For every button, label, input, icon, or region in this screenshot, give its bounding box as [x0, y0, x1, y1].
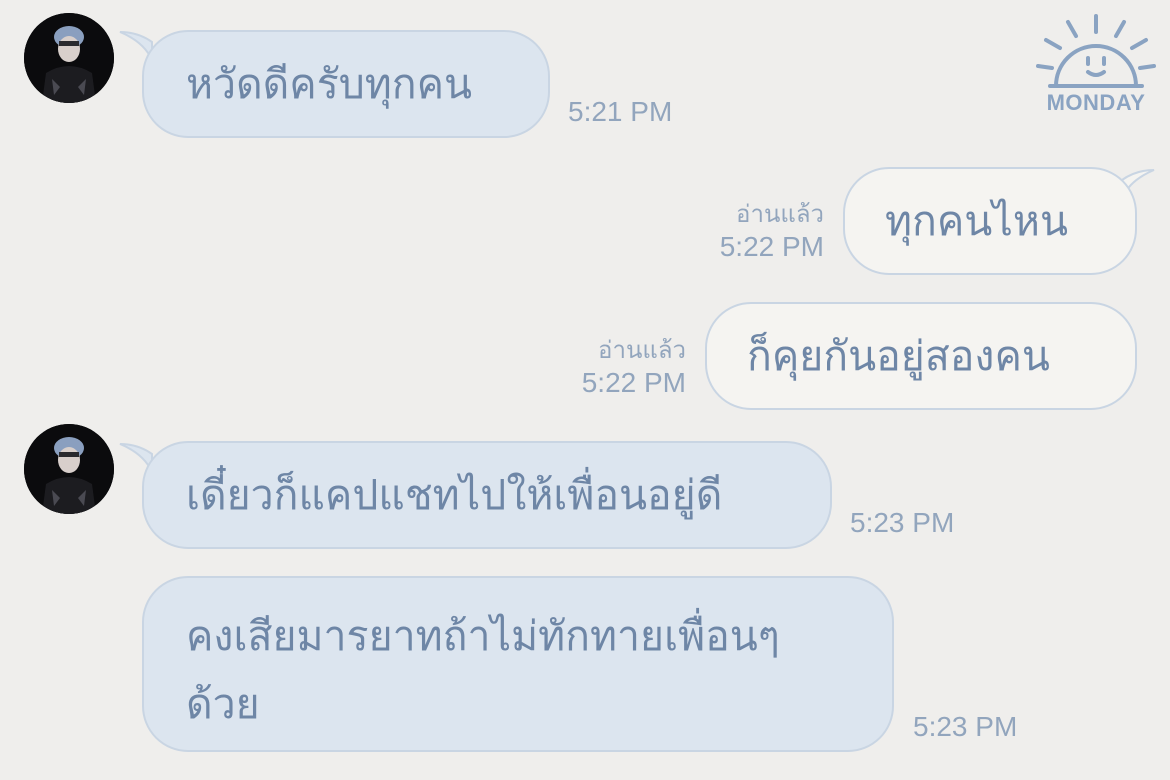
message-text-line-2: ด้วย [186, 680, 260, 728]
message-bubble[interactable]: คงเสียมารยาทถ้าไม่ทักทายเพื่อนๆ ด้วย [142, 576, 894, 752]
message-time: 5:22 PM [719, 231, 824, 262]
avatar-image [24, 424, 114, 514]
message-bubble[interactable]: ก็คุยกันอยู่สองคน [705, 302, 1137, 410]
message-text: หวัดดีครับทุกคน [186, 60, 473, 108]
message-meta: อ่านแล้ว 5:22 PM [680, 200, 824, 264]
read-receipt: อ่านแล้ว [736, 201, 824, 228]
message-time: 5:23 PM [913, 711, 1018, 742]
message-text-line-1: คงเสียมารยาทถ้าไม่ทักทายเพื่อนๆ [186, 612, 780, 660]
message-meta: อ่านแล้ว 5:22 PM [540, 336, 686, 400]
read-receipt: อ่านแล้ว [598, 337, 686, 364]
monday-sun-sticker[interactable]: MONDAY [1030, 10, 1162, 120]
message-meta: 5:21 PM [568, 95, 672, 129]
sun-sticker-icon [1036, 14, 1156, 88]
message-text: เดี๋ยวก็แคปแชทไปให้เพื่อนอยู่ดี [186, 471, 723, 519]
message-time: 5:22 PM [581, 367, 686, 398]
avatar[interactable] [24, 424, 114, 514]
message-time: 5:21 PM [568, 96, 673, 127]
message-text: ทุกคนไหน [885, 197, 1068, 245]
avatar-image [24, 13, 114, 103]
avatar[interactable] [24, 13, 114, 103]
message-text: ก็คุยกันอยู่สองคน [747, 332, 1050, 380]
message-bubble[interactable]: เดี๋ยวก็แคปแชทไปให้เพื่อนอยู่ดี [142, 441, 832, 549]
message-meta: 5:23 PM [913, 710, 1017, 744]
message-time: 5:23 PM [850, 507, 955, 538]
sticker-label: MONDAY [1046, 90, 1146, 115]
message-bubble[interactable]: ทุกคนไหน [843, 167, 1137, 275]
message-bubble[interactable]: หวัดดีครับทุกคน [142, 30, 550, 138]
message-meta: 5:23 PM [850, 506, 954, 540]
